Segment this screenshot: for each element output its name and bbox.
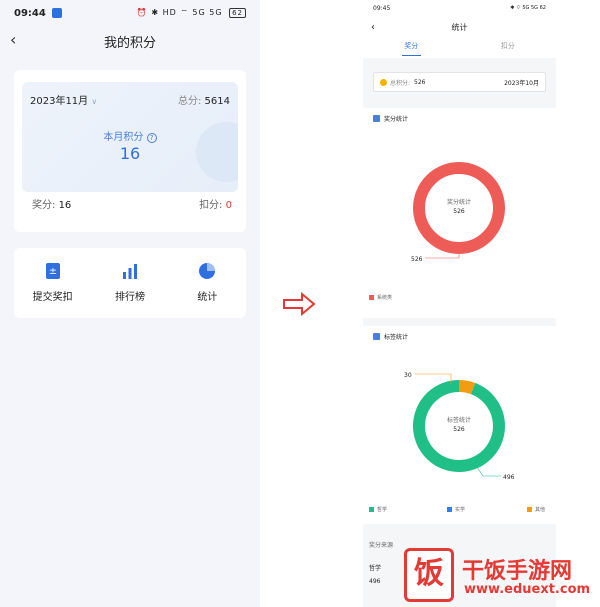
tag-stats-title: 标签统计 bbox=[373, 332, 408, 341]
award-center-value: 526 bbox=[453, 208, 465, 215]
back-icon[interactable]: ‹ bbox=[10, 30, 16, 49]
right-screen: 09:45 ✱ ⌔ 5G 5G 62 ‹ 统计 奖分 扣分 总积分: 526 2… bbox=[363, 0, 556, 607]
source-value: 496 bbox=[369, 578, 381, 585]
tab-bar: 奖分 扣分 bbox=[363, 38, 556, 58]
tag-callout-big: 496 bbox=[503, 474, 515, 481]
battery-icon: 62 bbox=[229, 8, 246, 18]
deduct-value: 0 bbox=[225, 200, 232, 211]
section-icon bbox=[373, 115, 380, 122]
tile-ranking[interactable]: 排行榜 bbox=[91, 248, 168, 318]
legend-item-system: 系统类 bbox=[369, 294, 392, 301]
battery-icon-right: 62 bbox=[539, 5, 546, 11]
bar-chart-icon bbox=[122, 264, 137, 279]
legend-item-philosophy: 哲学 bbox=[369, 506, 387, 513]
month-points-value: 16 bbox=[119, 144, 141, 163]
status-bar-right: 09:45 ✱ ⌔ 5G 5G 62 bbox=[363, 0, 556, 16]
tile-ranking-label: 排行榜 bbox=[114, 292, 145, 303]
tag-stats-title-text: 标签统计 bbox=[384, 334, 409, 341]
chevron-down-icon: ∨ bbox=[91, 97, 98, 106]
legend-item-practical: 实学 bbox=[447, 506, 465, 513]
tile-statistics-label: 统计 bbox=[197, 292, 218, 303]
pie-chart-icon bbox=[199, 263, 216, 279]
total-label: 总分: bbox=[177, 96, 202, 107]
watermark-url: www.eduext.com bbox=[464, 582, 591, 597]
source-subtitle: 哲学 bbox=[369, 565, 382, 572]
legend-label: 系统类 bbox=[377, 295, 393, 301]
legend-swatch bbox=[369, 295, 374, 300]
tile-submit-label: 提交奖扣 bbox=[32, 292, 73, 303]
total-value-right: 526 bbox=[414, 78, 426, 86]
status-icons-right: ✱ ⌔ 5G 5G 62 bbox=[510, 5, 546, 11]
watermark-name: 干饭手游网 bbox=[462, 559, 573, 584]
signal-icons-right: ✱ ⌔ 5G 5G bbox=[510, 5, 539, 11]
points-card: 2023年11月 ∨ 总分: 5614 本月积分 ? 16 奖分: 16 扣分:… bbox=[14, 70, 246, 232]
page-title-right: 统计 bbox=[451, 22, 468, 32]
deduct-points: 扣分: 0 bbox=[199, 196, 232, 211]
total-filter-row[interactable]: 总积分: 526 2023年10月 bbox=[373, 72, 546, 92]
signal-icons: ⏰ ✱ HD ⌔ 5G 5G bbox=[136, 8, 223, 17]
submit-icon: ± bbox=[45, 263, 60, 279]
award-points: 奖分: 16 bbox=[32, 196, 71, 211]
legend-swatch bbox=[447, 507, 452, 512]
nav-bar: ‹ 我的积分 bbox=[0, 26, 260, 56]
legend-label: 实学 bbox=[455, 507, 466, 513]
tag-stats-section: 标签统计 标签统计 526 30 496 哲学 实学 其他 bbox=[363, 326, 556, 524]
award-stats-section: 奖分统计 奖分统计 526 526 系统类 bbox=[363, 108, 556, 318]
tile-submit[interactable]: ± 提交奖扣 bbox=[14, 248, 91, 318]
tab-deduct[interactable]: 扣分 bbox=[460, 38, 557, 58]
section-icon bbox=[373, 333, 380, 340]
award-label: 奖分: bbox=[32, 200, 56, 211]
award-center-label: 奖分统计 bbox=[447, 198, 471, 206]
award-stats-title: 奖分统计 bbox=[373, 114, 408, 123]
coin-icon bbox=[380, 78, 387, 86]
status-bar: 09:44 ⏰ ✱ HD ⌔ 5G 5G 62 bbox=[0, 0, 260, 26]
back-icon-right[interactable]: ‹ bbox=[371, 22, 375, 33]
month-points-text: 本月积分 bbox=[103, 132, 144, 143]
legend-swatch bbox=[527, 507, 532, 512]
watermark-logo: 饭 bbox=[404, 548, 454, 602]
date-selector[interactable]: 2023年10月 bbox=[504, 78, 539, 87]
arrow-right-icon bbox=[283, 292, 316, 316]
page-title: 我的积分 bbox=[103, 35, 156, 51]
legend-label: 哲学 bbox=[377, 507, 388, 513]
deduct-label: 扣分: bbox=[199, 200, 223, 211]
tag-center-value: 526 bbox=[453, 426, 465, 433]
award-donut-chart: 奖分统计 526 526 bbox=[411, 162, 505, 263]
tag-callout-small: 30 bbox=[404, 372, 412, 379]
legend-label: 其他 bbox=[535, 507, 546, 513]
left-screen: 09:44 ⏰ ✱ HD ⌔ 5G 5G 62 ‹ 我的积分 2023年11月 … bbox=[0, 0, 260, 607]
month-points-label: 本月积分 ? bbox=[22, 128, 238, 143]
award-value: 16 bbox=[58, 200, 72, 211]
status-icons: ⏰ ✱ HD ⌔ 5G 5G 62 bbox=[137, 8, 246, 18]
total-value: 5614 bbox=[204, 96, 230, 107]
points-breakdown: 奖分: 16 扣分: 0 bbox=[32, 196, 232, 211]
tile-statistics[interactable]: 统计 bbox=[169, 248, 246, 318]
tag-donut-chart: 标签统计 526 30 496 bbox=[404, 372, 515, 481]
award-callout-value: 526 bbox=[411, 256, 423, 263]
status-time-right: 09:45 bbox=[373, 4, 391, 12]
tag-center-label: 标签统计 bbox=[447, 416, 471, 424]
total-label-right: 总积分: bbox=[390, 79, 411, 87]
month-value: 2023年11月 bbox=[30, 96, 89, 107]
legend-item-other: 其他 bbox=[527, 506, 545, 513]
tab-award[interactable]: 奖分 bbox=[363, 38, 460, 58]
source-title: 奖分来源 bbox=[369, 542, 394, 549]
total-points: 总分: 5614 bbox=[178, 92, 230, 107]
nav-bar-right: ‹ 统计 bbox=[363, 16, 556, 38]
help-icon[interactable]: ? bbox=[146, 133, 157, 143]
svg-text:±: ± bbox=[48, 266, 56, 277]
app-notification-icon bbox=[51, 8, 62, 18]
status-time: 09:44 bbox=[14, 7, 46, 19]
month-selector[interactable]: 2023年11月 ∨ bbox=[30, 92, 97, 107]
legend-swatch bbox=[369, 507, 374, 512]
award-stats-title-text: 奖分统计 bbox=[384, 116, 409, 123]
points-summary: 2023年11月 ∨ 总分: 5614 本月积分 ? 16 bbox=[22, 82, 238, 192]
action-tiles: ± 提交奖扣 排行榜 统计 bbox=[14, 248, 246, 318]
